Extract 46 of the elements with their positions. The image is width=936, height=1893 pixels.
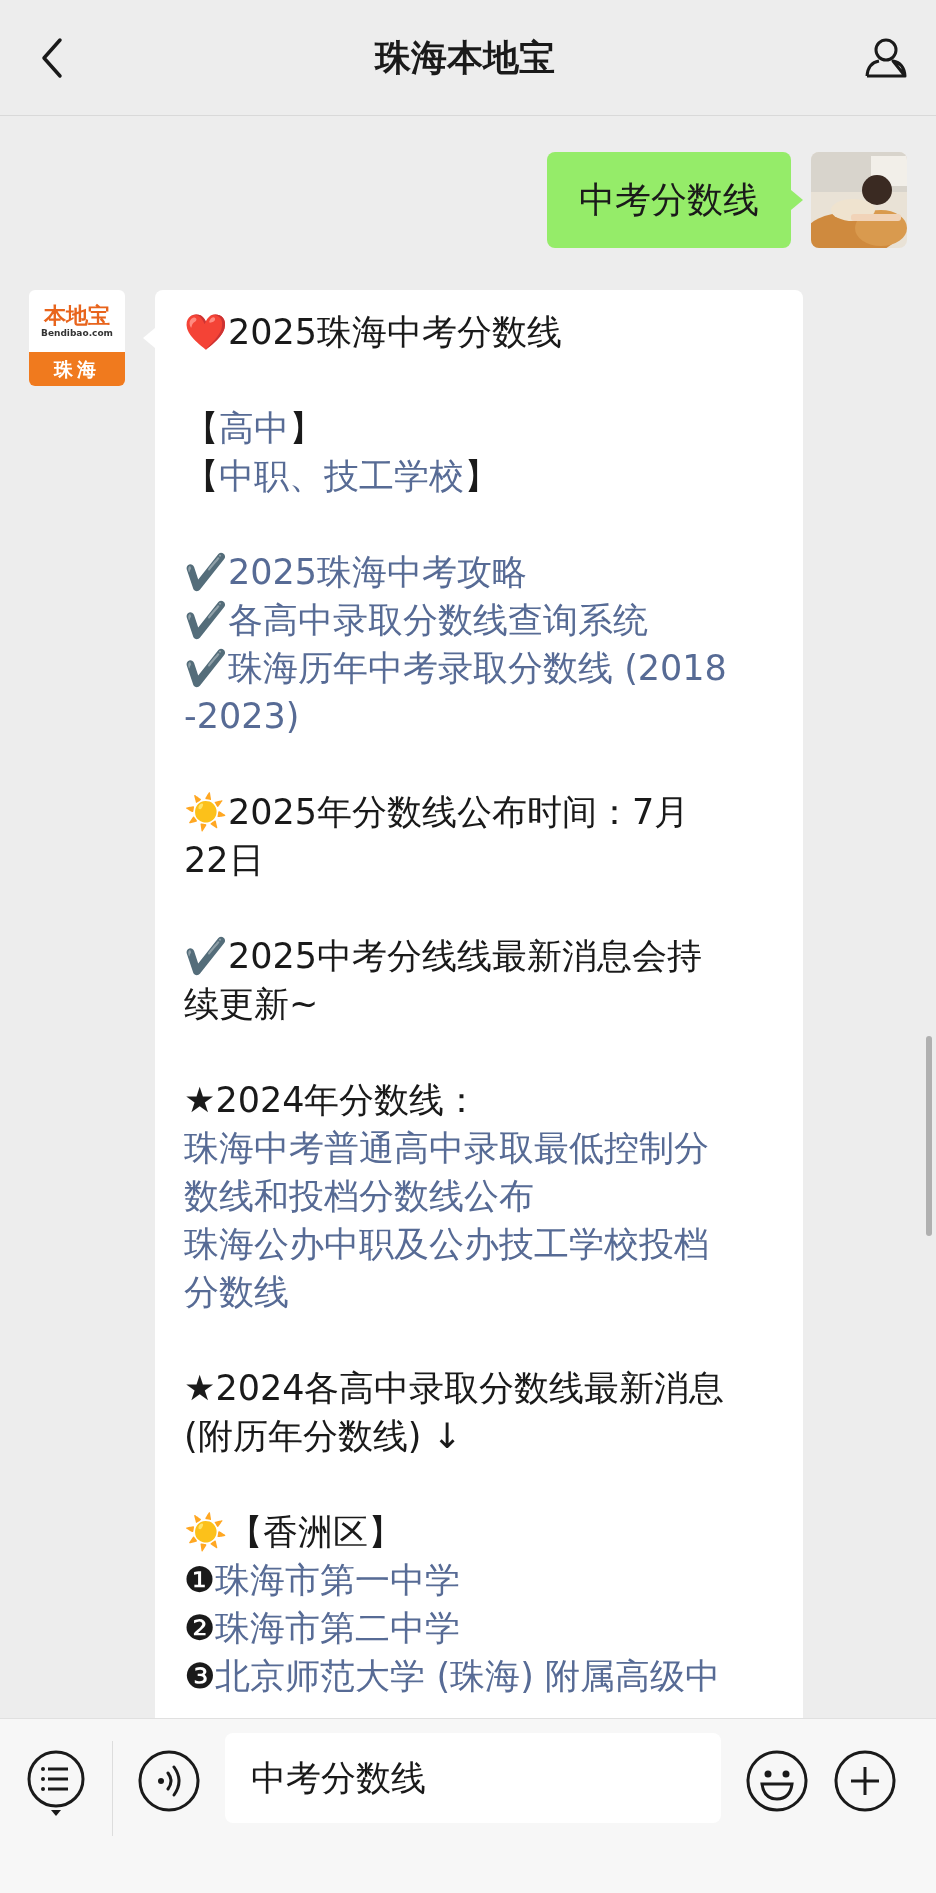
- number-mark: ❶: [184, 1560, 216, 1600]
- check-mark: ✔: [184, 600, 228, 640]
- message-text: ★2024各高中录取分数线最新消息: [184, 1368, 725, 1408]
- sun-mark: ☀: [184, 1512, 228, 1552]
- logo-text: 本地宝: [44, 304, 110, 326]
- check-mark: ✔: [184, 648, 228, 688]
- message-text: (附历年分数线) ↓: [184, 1416, 462, 1456]
- message-text: ★2024年分数线：: [184, 1080, 480, 1120]
- message-text: 【: [184, 408, 219, 448]
- article-link[interactable]: 高中: [219, 408, 289, 448]
- message-text: 【香洲区】: [228, 1512, 403, 1552]
- message-text: 2025中考分线线最新消息会持: [228, 936, 703, 976]
- article-link[interactable]: -2023): [184, 696, 300, 736]
- article-link[interactable]: 数线和投档分数线公布: [184, 1176, 534, 1216]
- article-link[interactable]: 2025珠海中考攻略: [228, 552, 528, 592]
- article-link[interactable]: 珠海市第一中学: [215, 1560, 461, 1600]
- message-text: 】: [289, 408, 324, 448]
- article-link[interactable]: 珠海市第二中学: [215, 1608, 461, 1648]
- message-text: 【: [184, 456, 219, 496]
- article-link[interactable]: 北京师范大学 (珠海) 附属高级中: [215, 1656, 720, 1696]
- number-mark: ❸: [184, 1656, 216, 1696]
- emoji-icon[interactable]: [745, 1749, 809, 1813]
- check-mark: ✔: [184, 552, 228, 592]
- heart-mark: ❤: [184, 312, 228, 352]
- message-text: 2025珠海中考分数线: [228, 312, 563, 352]
- message-text: 22日: [184, 840, 264, 880]
- menu-icon[interactable]: [26, 1749, 86, 1817]
- article-link[interactable]: 珠海历年中考录取分数线 (2018: [228, 648, 727, 688]
- message-text: 续更新~: [184, 984, 319, 1024]
- logo-text: 珠海: [29, 352, 125, 386]
- check-mark: ✔: [184, 936, 228, 976]
- article-link[interactable]: 中职、技工学校: [219, 456, 464, 496]
- number-mark: ❷: [184, 1608, 216, 1648]
- message-text: 2025年分数线公布时间：7月: [228, 792, 690, 832]
- article-link[interactable]: 珠海中考普通高中录取最低控制分: [184, 1128, 709, 1168]
- message-input[interactable]: 中考分数线: [225, 1733, 721, 1823]
- article-link[interactable]: 各高中录取分数线查询系统: [228, 600, 648, 640]
- message-text: 】: [464, 456, 499, 496]
- voice-icon[interactable]: [137, 1749, 201, 1813]
- message-bubble: 中考分数线: [547, 152, 791, 248]
- window-title: 珠海本地宝: [375, 35, 555, 80]
- sun-mark: ☀: [184, 792, 228, 832]
- add-icon[interactable]: [833, 1749, 897, 1813]
- logo-text: Bendibao.com: [41, 329, 113, 338]
- article-link[interactable]: 珠海公办中职及公办技工学校投档: [184, 1224, 709, 1264]
- article-link[interactable]: 分数线: [184, 1272, 289, 1312]
